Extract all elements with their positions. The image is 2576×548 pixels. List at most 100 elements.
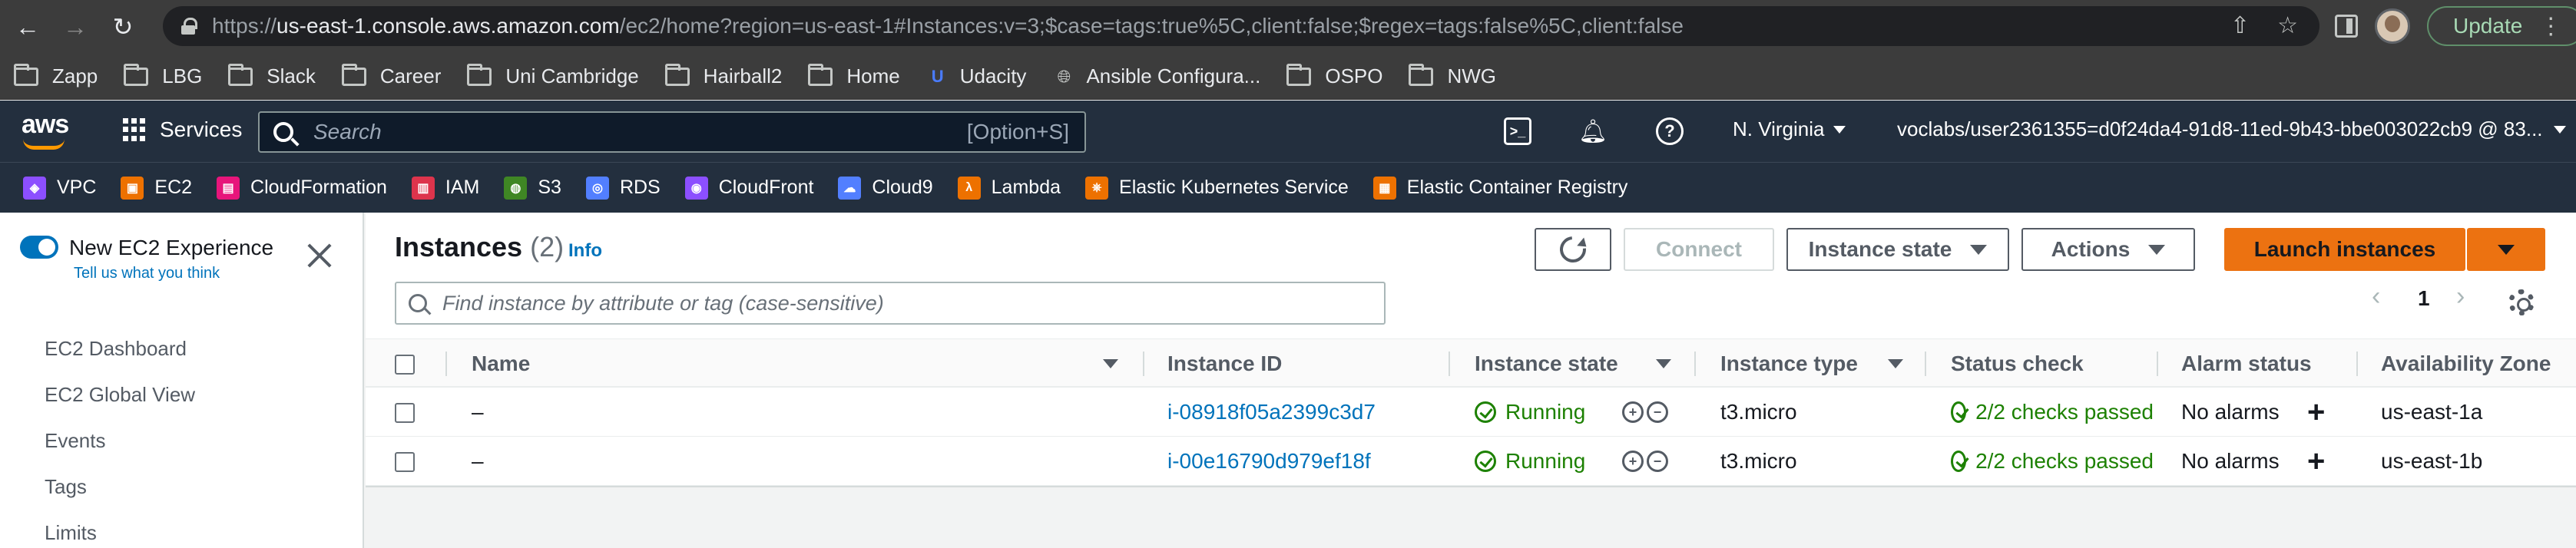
instance-state-text: Running: [1505, 449, 1586, 473]
next-page-icon[interactable]: ›: [2456, 282, 2465, 312]
zoom-in-icon[interactable]: +: [1622, 401, 1644, 423]
sidebar-item-limits[interactable]: Limits: [45, 521, 97, 545]
bookmark-career[interactable]: Career: [341, 63, 441, 88]
sidebar-item-ec2-global-view[interactable]: EC2 Global View: [45, 383, 195, 407]
instance-state-button[interactable]: Instance state: [1786, 228, 2009, 271]
aws-logo[interactable]: aws: [22, 110, 69, 150]
status-check-text: 2/2 checks passed: [1975, 449, 2154, 473]
favorite-cloud9[interactable]: ☁ Cloud9: [838, 176, 933, 200]
ecr-icon: ▦: [1372, 176, 1396, 200]
address-bar[interactable]: https://us-east-1.console.aws.amazon.com…: [163, 6, 2319, 46]
sidebar-item-ec2-dashboard[interactable]: EC2 Dashboard: [45, 337, 187, 361]
instance-state: Running: [1475, 437, 1585, 486]
table-row[interactable]: – i-00e16790d979ef18f Running + − t3.micr…: [366, 437, 2576, 486]
favorite-vpc[interactable]: ◈ VPC: [23, 176, 96, 200]
region-selector[interactable]: N. Virginia: [1733, 117, 1846, 141]
sidebar-item-events[interactable]: Events: [45, 429, 106, 453]
instance-id-link[interactable]: i-08918f05a2399c3d7: [1167, 388, 1376, 437]
bookmark-zapp[interactable]: Zapp: [14, 63, 98, 88]
aws-search-input[interactable]: Search [Option+S]: [258, 111, 1086, 153]
add-alarm-icon[interactable]: +: [2307, 388, 2325, 437]
zoom-out-icon[interactable]: −: [1647, 451, 1668, 472]
folder-icon: [1409, 63, 1434, 86]
bookmark-hairball2[interactable]: Hairball2: [664, 63, 782, 88]
zoom-out-icon[interactable]: −: [1647, 401, 1668, 423]
folder-icon: [124, 63, 149, 86]
favorite-lambda[interactable]: λ Lambda: [957, 176, 1061, 200]
favorite-label: IAM: [445, 177, 480, 198]
favorite-s3[interactable]: ◍ S3: [504, 176, 561, 200]
launch-instances-button[interactable]: Launch instances: [2224, 228, 2465, 271]
instance-id-link[interactable]: i-00e16790d979ef18f: [1167, 437, 1371, 486]
bookmark-ansible[interactable]: 🌐︎ Ansible Configura...: [1052, 64, 1261, 88]
side-panel-icon[interactable]: [2335, 15, 2358, 38]
bookmark-home[interactable]: Home: [808, 63, 900, 88]
favorite-label: Lambda: [991, 177, 1061, 198]
row-checkbox[interactable]: [395, 403, 415, 423]
gear-icon[interactable]: [2508, 289, 2535, 315]
check-circle-icon: [1951, 451, 1967, 472]
favorite-ecr[interactable]: ▦ Elastic Container Registry: [1372, 176, 1627, 200]
sort-icon[interactable]: [1103, 359, 1118, 368]
column-header-instance-type[interactable]: Instance type: [1720, 339, 1858, 388]
instance-search-input[interactable]: Find instance by attribute or tag (case-…: [395, 282, 1386, 325]
bookmark-label: LBG: [162, 64, 203, 87]
favorite-iam[interactable]: ▥ IAM: [411, 176, 480, 200]
column-divider: [1449, 352, 1450, 376]
column-header-instance-id[interactable]: Instance ID: [1167, 339, 1282, 388]
column-header-instance-state[interactable]: Instance state: [1475, 339, 1618, 388]
reload-icon[interactable]: ↻: [103, 7, 143, 47]
info-link[interactable]: Info: [568, 240, 602, 262]
actions-button[interactable]: Actions: [2021, 228, 2195, 271]
bookmark-udacity[interactable]: U Udacity: [926, 64, 1027, 88]
back-arrow-icon[interactable]: ←: [8, 7, 48, 47]
favorite-cloudfront[interactable]: ◉ CloudFront: [684, 176, 813, 200]
bookmark-label: OSPO: [1325, 64, 1383, 87]
table-row[interactable]: – i-08918f05a2399c3d7 Running + − t3.micr…: [366, 388, 2576, 437]
bookmark-uni-cambridge[interactable]: Uni Cambridge: [467, 63, 639, 88]
page-number[interactable]: 1: [2418, 286, 2430, 311]
bookmarks-bar: Zapp LBG Slack Career Uni Cambridge Hair…: [0, 54, 2576, 100]
column-header-name[interactable]: Name: [472, 339, 530, 388]
share-icon[interactable]: ⇧: [2230, 12, 2250, 39]
bookmark-nwg[interactable]: NWG: [1409, 63, 1496, 88]
aws-logo-text: aws: [22, 110, 69, 139]
favorite-rds[interactable]: ◎ RDS: [585, 176, 661, 200]
favorite-cloudformation[interactable]: ▤ CloudFormation: [217, 176, 387, 200]
column-header-alarm-status[interactable]: Alarm status: [2181, 339, 2312, 388]
select-all-checkbox[interactable]: [395, 355, 415, 375]
favorite-ec2[interactable]: ▣ EC2: [121, 176, 192, 200]
close-icon[interactable]: [304, 240, 335, 271]
profile-avatar[interactable]: [2375, 8, 2410, 44]
sidebar-item-tags[interactable]: Tags: [45, 475, 87, 499]
bookmark-lbg[interactable]: LBG: [124, 63, 203, 88]
column-header-availability-zone[interactable]: Availability Zone: [2381, 339, 2551, 388]
bookmark-ospo[interactable]: OSPO: [1286, 63, 1383, 88]
launch-dropdown-button[interactable]: [2467, 228, 2545, 271]
cloudshell-icon[interactable]: >_: [1504, 117, 1531, 145]
filter-icon[interactable]: [1656, 359, 1671, 368]
bookmark-star-icon[interactable]: ☆: [2277, 12, 2298, 39]
zoom-in-icon[interactable]: +: [1622, 451, 1644, 472]
services-menu-button[interactable]: Services: [123, 117, 242, 142]
column-header-status-check[interactable]: Status check: [1951, 339, 2084, 388]
account-menu[interactable]: voclabs/user2361355=d0f24da4-91d8-11ed-9…: [1897, 117, 2566, 141]
url-host: us-east-1.console.aws.amazon.com: [276, 14, 620, 38]
connect-button[interactable]: Connect: [1624, 228, 1774, 271]
check-circle-icon: [1475, 401, 1496, 423]
favorite-eks[interactable]: ⎈ Elastic Kubernetes Service: [1085, 176, 1349, 200]
filter-icon[interactable]: [1888, 359, 1903, 368]
help-icon[interactable]: ?: [1656, 117, 1684, 145]
instances-panel: Instances (2) Info Connect Instance stat…: [366, 213, 2576, 487]
bell-icon[interactable]: 🔔︎: [1578, 117, 1608, 145]
refresh-button[interactable]: [1535, 228, 1611, 271]
bookmark-slack[interactable]: Slack: [228, 63, 316, 88]
add-alarm-icon[interactable]: +: [2307, 437, 2325, 486]
row-checkbox[interactable]: [395, 452, 415, 472]
new-experience-toggle[interactable]: [20, 236, 58, 259]
forward-arrow-icon[interactable]: →: [55, 7, 95, 47]
prev-page-icon[interactable]: ‹: [2372, 282, 2380, 312]
update-button[interactable]: Update ⋮: [2427, 6, 2576, 46]
feedback-link[interactable]: Tell us what you think: [74, 265, 220, 282]
aws-logo-smile: [23, 139, 65, 150]
